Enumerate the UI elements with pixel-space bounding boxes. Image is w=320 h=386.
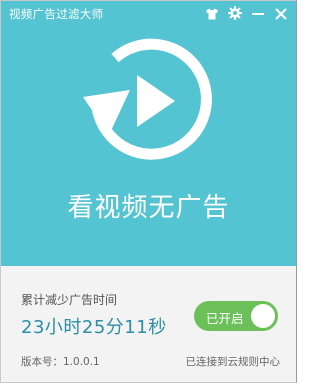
- version-text: 版本号：1.0.0.1: [21, 356, 100, 368]
- minimize-button[interactable]: [249, 5, 267, 23]
- gear-icon: [228, 5, 242, 24]
- skin-button[interactable]: [203, 5, 221, 23]
- app-window: 视频广告过滤大师 看视频无广告 累计减少广告时间 23小时25分11秒 已开启 …: [0, 0, 297, 383]
- window-title: 视频广告过滤大师: [9, 7, 104, 21]
- settings-button[interactable]: [226, 5, 244, 23]
- ad-time-saved-label: 累计减少广告时间: [21, 293, 118, 307]
- tshirt-icon: [205, 5, 219, 24]
- slogan-text: 看视频无广告: [67, 193, 230, 223]
- window-controls: [203, 5, 290, 23]
- cloud-status-text: 已连接到云规则中心: [185, 356, 281, 368]
- close-icon: [275, 5, 287, 24]
- close-button[interactable]: [272, 5, 290, 23]
- hero-banner: 视频广告过滤大师 看视频无广告: [1, 1, 296, 266]
- toggle-label: 已开启: [206, 311, 244, 326]
- minimize-icon: [252, 5, 264, 24]
- refresh-play-icon[interactable]: [79, 27, 223, 171]
- stats-panel: 累计减少广告时间 23小时25分11秒 已开启 版本号：1.0.0.1 已连接到…: [1, 266, 296, 382]
- ad-time-saved-value: 23小时25分11秒: [21, 317, 167, 338]
- toggle-knob: [251, 304, 275, 328]
- filter-toggle[interactable]: 已开启: [194, 301, 278, 331]
